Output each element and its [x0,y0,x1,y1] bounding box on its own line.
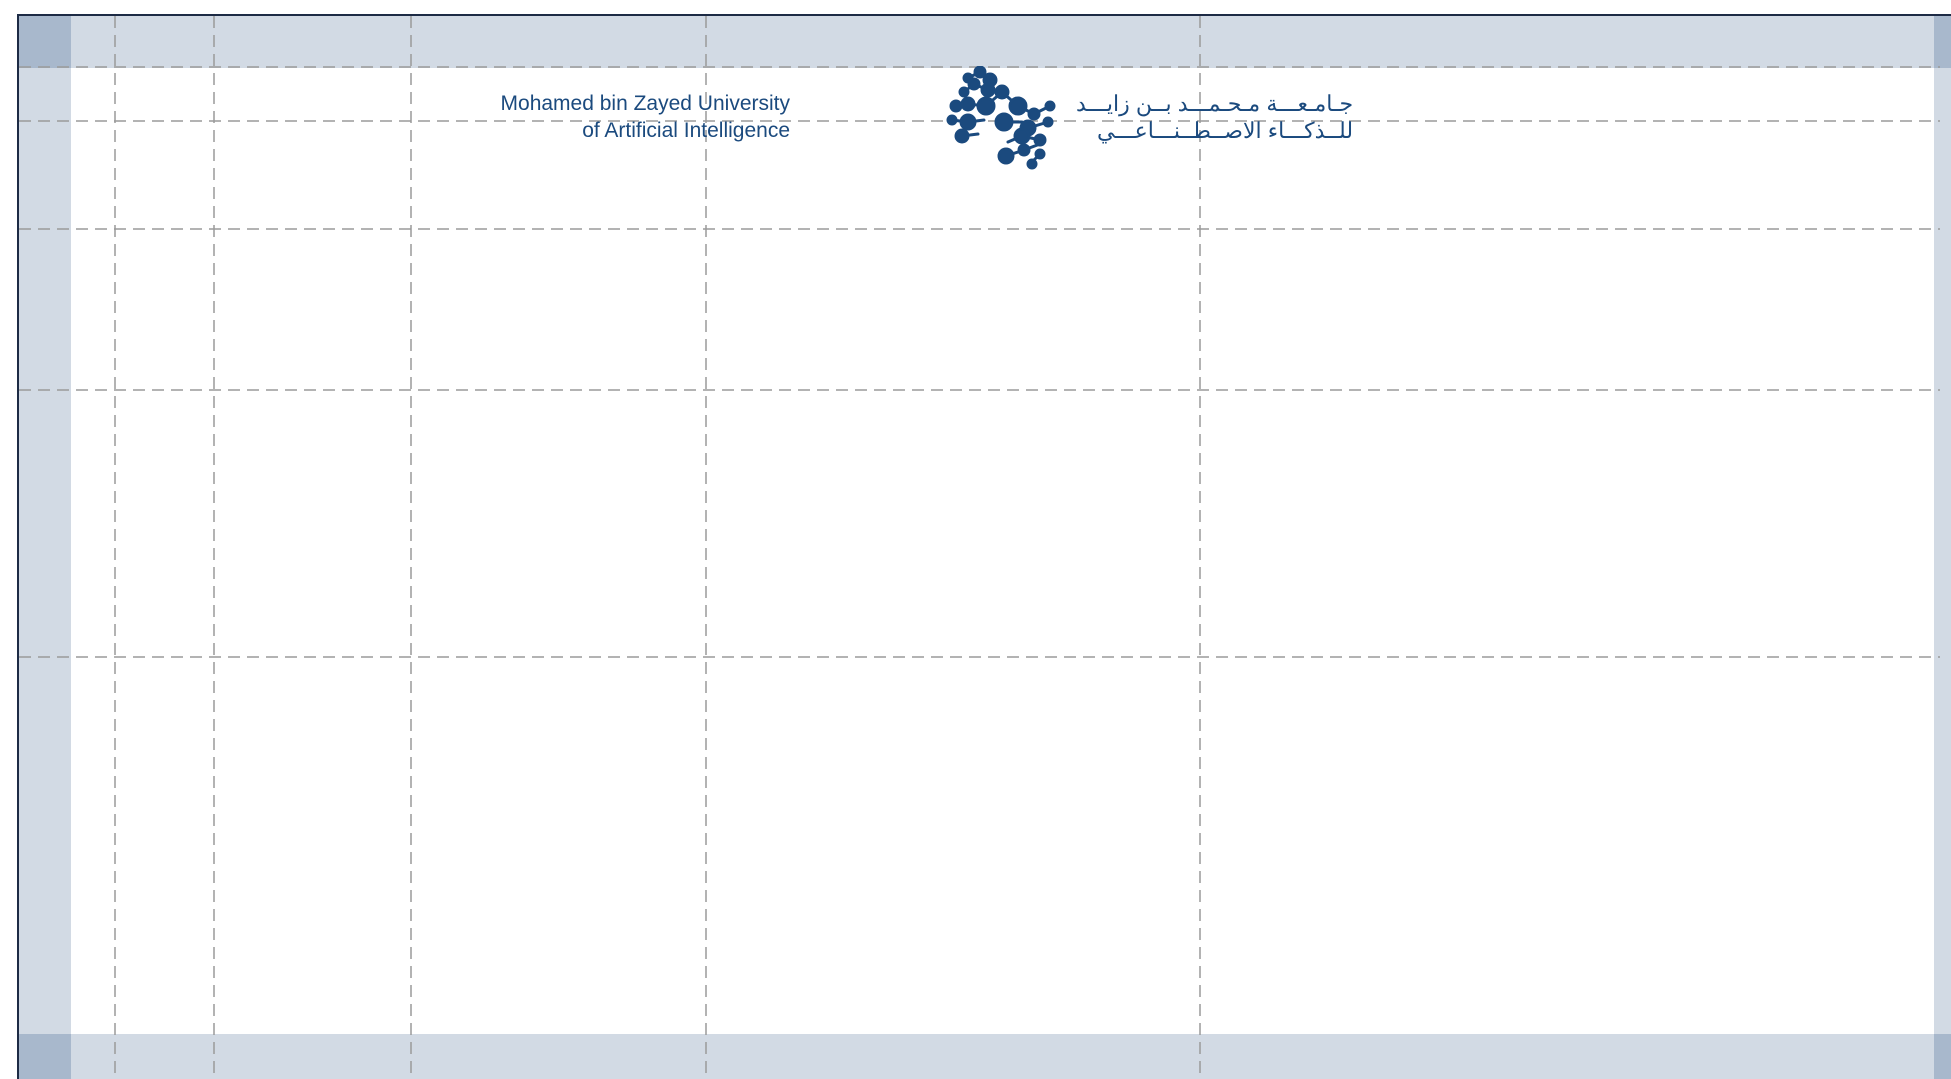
logo-english-line-1: Mohamed bin Zayed University [500,92,790,115]
logo-arabic-line-1: جـامـعـــة مـحـمـــد بــن زايـــد [1076,91,1354,116]
logo-arabic-name: جـامـعـــة مـحـمـــد بــن زايـــد للــذك… [1076,90,1353,144]
university-logo: Mohamed bin Zayed University of Artifici… [501,66,1420,176]
logo-arabic-line-2: للــذكـــاء الاصــطــنـــاعـــي [1097,118,1354,143]
layout-template-page: Mohamed bin Zayed University of Artifici… [0,0,1951,1079]
logo-english-name: Mohamed bin Zayed University of Artifici… [501,90,790,144]
molecule-network-icon [946,66,1056,170]
logo-english-line-2: of Artificial Intelligence [582,119,790,142]
